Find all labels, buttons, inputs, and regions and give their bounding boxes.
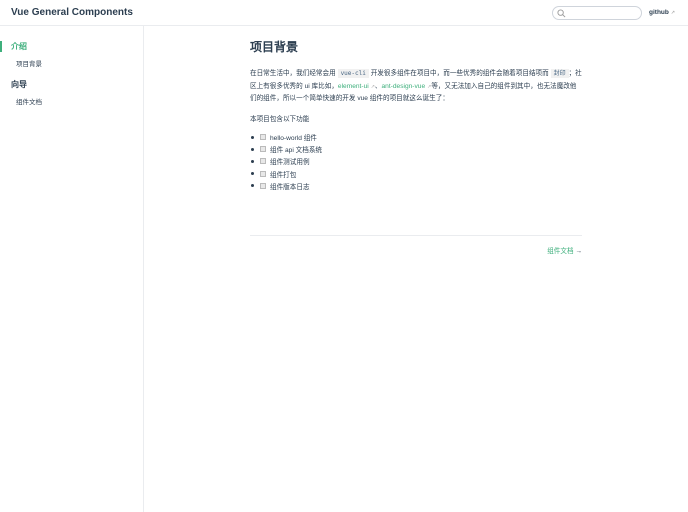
list-item: 组件 api 文档系统 [250, 143, 322, 155]
divider [250, 235, 582, 236]
intro-paragraph: 在日常生活中，我们经常会用 vue-cli 开发很多组件在项目中，而一些优秀的组… [250, 68, 582, 106]
bullet-icon [251, 184, 254, 188]
link-text: ant-design-vue [381, 82, 426, 90]
bullet-icon [251, 172, 254, 176]
list-item: 组件打包 [250, 168, 322, 180]
ant-design-vue-link[interactable]: ant-design-vue ↗ [382, 83, 432, 90]
text: 在日常生活中，我们经常会用 [250, 70, 338, 77]
bullet-icon [251, 159, 254, 163]
code-seal: 封印 [550, 69, 569, 78]
sidebar-item-background[interactable]: 项目背景 [16, 58, 42, 68]
element-ui-link[interactable]: element-ui ↗ [338, 83, 375, 90]
feature-label: 组件测试用例 [270, 159, 310, 167]
list-item: 组件版本日志 [250, 180, 322, 192]
text: 开发很多组件在项目中，而一些优秀的组件会随着项目结项而 [368, 70, 551, 77]
page-title: 项目背景 [250, 40, 299, 54]
search-input[interactable] [552, 6, 642, 20]
arrow-right-icon: → [575, 248, 582, 255]
features-intro: 本项目包含以下功能 [250, 116, 310, 123]
search-icon [557, 9, 566, 18]
sidebar-group-guide[interactable]: 向导 [11, 79, 27, 90]
sidebar-group-intro[interactable]: 介绍 [0, 41, 27, 52]
external-link-icon: ↗ [670, 10, 676, 16]
next-page-link[interactable]: 组件文档 → [547, 245, 582, 255]
link-text: element-ui [337, 82, 369, 90]
feature-list: hello-world 组件 组件 api 文档系统 组件测试用例 组件打包 组… [250, 131, 322, 192]
navbar: Vue General Components github ↗ [0, 0, 688, 26]
feature-label: 组件 api 文档系统 [270, 147, 323, 155]
checkbox[interactable] [260, 134, 266, 141]
next-label: 组件文档 [547, 248, 574, 255]
list-item: hello-world 组件 [250, 131, 322, 143]
bullet-icon [251, 135, 254, 139]
feature-label: 组件版本日志 [270, 183, 310, 191]
feature-label: hello-world 组件 [270, 135, 317, 143]
sidebar: 介绍 项目背景 向导 组件文档 [0, 26, 144, 512]
checkbox[interactable] [260, 146, 266, 153]
text: 、 [374, 82, 382, 90]
sidebar-item-component-docs[interactable]: 组件文档 [16, 96, 42, 106]
bullet-icon [251, 147, 254, 151]
code-vue-cli: vue-cli [337, 69, 369, 78]
checkbox[interactable] [260, 170, 266, 177]
site-title[interactable]: Vue General Components [11, 7, 133, 18]
github-link[interactable]: github ↗ [649, 9, 675, 16]
feature-label: 组件打包 [270, 171, 297, 179]
list-item: 组件测试用例 [250, 155, 322, 167]
checkbox[interactable] [260, 158, 266, 165]
checkbox[interactable] [260, 182, 266, 189]
github-label: github [649, 9, 669, 16]
